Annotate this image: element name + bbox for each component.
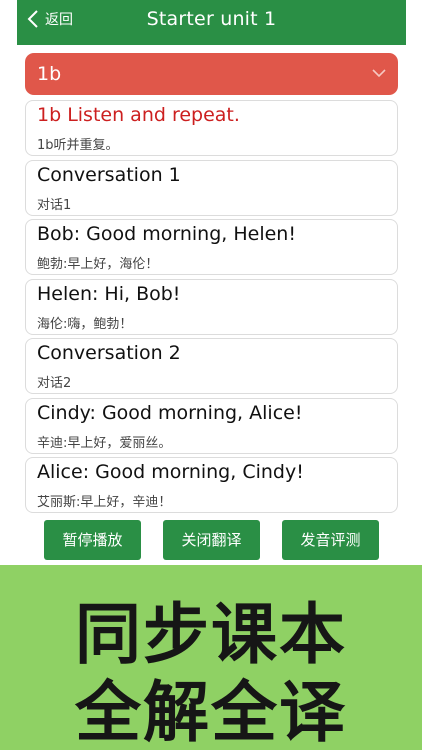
pronunciation-assessment-button[interactable]: 发音评测 — [282, 520, 379, 560]
section-dropdown[interactable]: 1b — [25, 53, 398, 95]
sentence-english: Helen: Hi, Bob! — [37, 282, 181, 305]
sentence-chinese: 对话2 — [37, 376, 72, 391]
sentence-item[interactable]: Cindy: Good morning, Alice! 辛迪:早上好，爱丽丝。 — [25, 397, 398, 454]
sentence-chinese: 海伦:嗨，鲍勃！ — [37, 316, 133, 332]
sentence-chinese: 艾丽斯:早上好，辛迪！ — [37, 495, 172, 510]
sentence-chinese: 对话1 — [37, 197, 72, 213]
chevron-down-icon — [372, 69, 386, 78]
sentence-item[interactable]: Conversation 2 对话2 — [25, 338, 398, 394]
sentence-chinese: 1b听并重复。 — [37, 138, 119, 153]
sentence-item[interactable]: Conversation 1 对话1 — [25, 159, 398, 216]
pause-playback-button[interactable]: 暂停播放 — [44, 520, 141, 560]
promo-banner: 同步课本 全解全译 — [0, 565, 422, 751]
sentence-chinese: 鲍勃:早上好，海伦！ — [37, 257, 159, 272]
app-screen: 返回 Starter unit 1 1b 1b Listen and repea… — [17, 0, 406, 565]
sentence-item[interactable]: 1b Listen and repeat. 1b听并重复。 — [25, 100, 398, 156]
sentence-english: Cindy: Good morning, Alice! — [37, 401, 303, 424]
sentence-item[interactable]: Helen: Hi, Bob! 海伦:嗨，鲍勃！ — [25, 278, 398, 335]
sentence-item[interactable]: Bob: Good morning, Helen! 鲍勃:早上好，海伦！ — [25, 219, 398, 275]
section-dropdown-value: 1b — [37, 63, 62, 85]
top-bar: 返回 Starter unit 1 — [17, 0, 406, 45]
sentence-item[interactable]: Alice: Good morning, Cindy! 艾丽斯:早上好，辛迪！ — [25, 457, 398, 513]
toggle-translation-button[interactable]: 关闭翻译 — [163, 520, 260, 560]
sentence-list: 1b Listen and repeat. 1b听并重复。 Conversati… — [25, 100, 398, 517]
sentence-english: Conversation 1 — [37, 163, 181, 186]
sentence-chinese: 辛迪:早上好，爱丽丝。 — [37, 435, 172, 451]
banner-line-2: 全解全译 — [75, 674, 347, 751]
sentence-english: Bob: Good morning, Helen! — [37, 223, 296, 245]
page-title: Starter unit 1 — [146, 8, 277, 30]
sentence-english: Conversation 2 — [37, 342, 181, 364]
sentence-english: 1b Listen and repeat. — [37, 104, 240, 126]
sentence-english: Alice: Good morning, Cindy! — [37, 461, 304, 483]
control-bar: 暂停播放 关闭翻译 发音评测 — [17, 520, 406, 561]
